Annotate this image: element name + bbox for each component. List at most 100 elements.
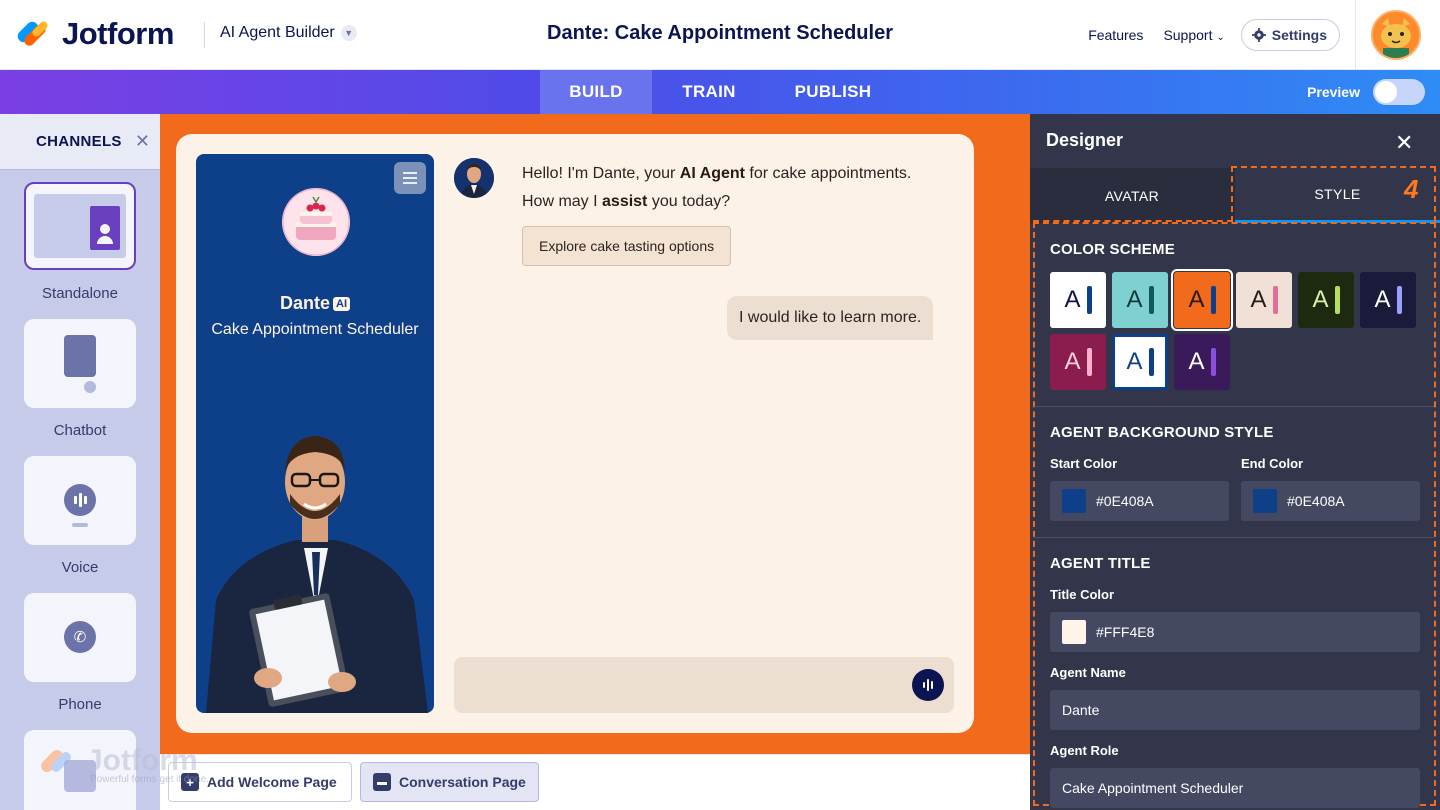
channel-chatbot[interactable]	[24, 319, 136, 408]
channel-phone-label: Phone	[58, 696, 102, 713]
chevron-down-icon: ▼	[340, 25, 357, 41]
agent-name-input[interactable]: Dante	[1050, 690, 1420, 730]
scheme-letter: A	[1188, 348, 1205, 375]
conversation-page-button[interactable]: ▬ Conversation Page	[360, 762, 539, 802]
chat-input[interactable]	[454, 657, 954, 713]
gear-icon	[1251, 28, 1266, 42]
scheme-letter: A	[1126, 286, 1143, 313]
agent-photo	[206, 436, 428, 713]
step-number: 4	[1404, 174, 1419, 204]
channel-standalone-label: Standalone	[42, 285, 118, 302]
bot-avatar	[454, 158, 494, 198]
color-scheme-option[interactable]: A	[1298, 272, 1354, 328]
scheme-bar	[1148, 348, 1154, 376]
jotform-logo-icon	[15, 18, 50, 50]
scheme-letter: A	[1126, 348, 1143, 375]
chevron-down-icon: ⌄	[1216, 32, 1225, 43]
agent-name-label: Agent Name	[1050, 665, 1126, 680]
close-icon[interactable]: ✕	[135, 131, 150, 152]
jotform-watermark: Jotform Powerful forms get it done.	[38, 744, 220, 794]
jotform-logo[interactable]: Jotform	[15, 16, 174, 52]
color-swatch	[1253, 489, 1277, 513]
bot-message: Hello! I'm Dante, your AI Agent for cake…	[522, 160, 942, 216]
title-color-field[interactable]: #FFF4E8	[1050, 612, 1420, 652]
designer-title: Designer	[1046, 130, 1124, 150]
builder-tab-bar: BUILD TRAIN PUBLISH Preview	[0, 70, 1440, 114]
ai-badge: AI	[333, 297, 350, 311]
cake-logo-icon	[282, 188, 350, 256]
end-color-label: End Color	[1241, 456, 1304, 471]
watermark-subtext: Powerful forms get it done.	[90, 774, 209, 785]
preview-toggle[interactable]	[1373, 79, 1425, 105]
cat-avatar-icon	[1373, 12, 1419, 58]
color-scheme-option[interactable]: A	[1174, 334, 1230, 390]
tab-avatar[interactable]: AVATAR	[1030, 168, 1234, 223]
standalone-icon	[34, 194, 126, 258]
section-divider	[1034, 537, 1434, 538]
add-welcome-page-label: Add Welcome Page	[207, 774, 337, 790]
color-scheme-option[interactable]: A	[1050, 334, 1106, 390]
bot-message-part: Hello! I'm Dante, your	[522, 165, 680, 182]
agent-role-input[interactable]: Cake Appointment Scheduler	[1050, 768, 1420, 808]
channels-title: CHANNELS	[36, 133, 122, 150]
header-divider	[1355, 0, 1356, 70]
end-color-field[interactable]: #0E408A	[1241, 481, 1420, 521]
channel-voice-label: Voice	[61, 559, 99, 576]
channel-phone[interactable]: ✆	[24, 593, 136, 682]
nav-support-link[interactable]: Support ⌄	[1163, 27, 1224, 43]
voice-input-icon[interactable]	[912, 669, 944, 701]
color-scheme-title: COLOR SCHEME	[1050, 241, 1175, 258]
settings-button[interactable]: Settings	[1240, 19, 1340, 51]
channel-chatbot-label: Chatbot	[53, 422, 107, 439]
color-scheme-option[interactable]: A	[1050, 272, 1106, 328]
nav-features-link[interactable]: Features	[1088, 27, 1143, 43]
color-scheme-option[interactable]: A	[1171, 269, 1233, 331]
logo-text: Jotform	[62, 16, 174, 51]
watermark-logo-icon	[38, 746, 76, 782]
scheme-bar	[1396, 286, 1402, 314]
bot-message-part: you today?	[647, 193, 731, 210]
tab-train[interactable]: TRAIN	[664, 70, 754, 114]
suggestion-chip[interactable]: Explore cake tasting options	[522, 226, 732, 266]
builder-selector[interactable]: AI Agent Builder ▼	[220, 24, 357, 42]
bot-message-bold: assist	[602, 193, 648, 210]
channel-standalone[interactable]	[24, 182, 136, 270]
scheme-bar	[1086, 286, 1092, 314]
top-header: Jotform AI Agent Builder ▼ Dante: Cake A…	[0, 0, 1440, 70]
agent-name-display: Dante AI	[196, 293, 434, 314]
color-swatch	[1062, 620, 1086, 644]
form-title[interactable]: Dante: Cake Appointment Scheduler	[547, 22, 893, 44]
toggle-knob	[1375, 81, 1397, 103]
title-color-label: Title Color	[1050, 587, 1115, 602]
settings-label: Settings	[1271, 27, 1327, 43]
bg-style-title: AGENT BACKGROUND STYLE	[1050, 424, 1274, 441]
header-divider	[204, 22, 205, 48]
start-color-field[interactable]: #0E408A	[1050, 481, 1229, 521]
channel-voice[interactable]	[24, 456, 136, 545]
scheme-bar	[1086, 348, 1092, 376]
scheme-bar	[1210, 348, 1216, 376]
channels-header: CHANNELS ✕	[0, 114, 160, 170]
color-scheme-option[interactable]: A	[1112, 334, 1168, 390]
user-avatar[interactable]	[1371, 10, 1421, 60]
end-color-value: #0E408A	[1287, 493, 1345, 509]
scheme-letter: A	[1312, 286, 1329, 313]
color-scheme-option[interactable]: A	[1236, 272, 1292, 328]
bot-message-bold: AI Agent	[679, 165, 745, 182]
tab-publish[interactable]: PUBLISH	[780, 70, 886, 114]
menu-icon[interactable]	[394, 162, 426, 194]
phone-icon: ✆	[64, 621, 96, 653]
watermark-text: Jotform	[86, 744, 198, 777]
color-scheme-option[interactable]: A	[1360, 272, 1416, 328]
start-color-label: Start Color	[1050, 456, 1118, 471]
preview-label: Preview	[1307, 84, 1360, 100]
scheme-letter: A	[1064, 286, 1081, 313]
scheme-letter: A	[1188, 286, 1205, 313]
start-color-value: #0E408A	[1096, 493, 1154, 509]
chat-bubble-icon: ▬	[373, 773, 391, 791]
scheme-letter: A	[1374, 286, 1391, 313]
close-icon[interactable]: ✕	[1395, 130, 1413, 156]
scheme-bar	[1210, 286, 1216, 314]
tab-build[interactable]: BUILD	[540, 70, 652, 114]
color-scheme-option[interactable]: A	[1112, 272, 1168, 328]
